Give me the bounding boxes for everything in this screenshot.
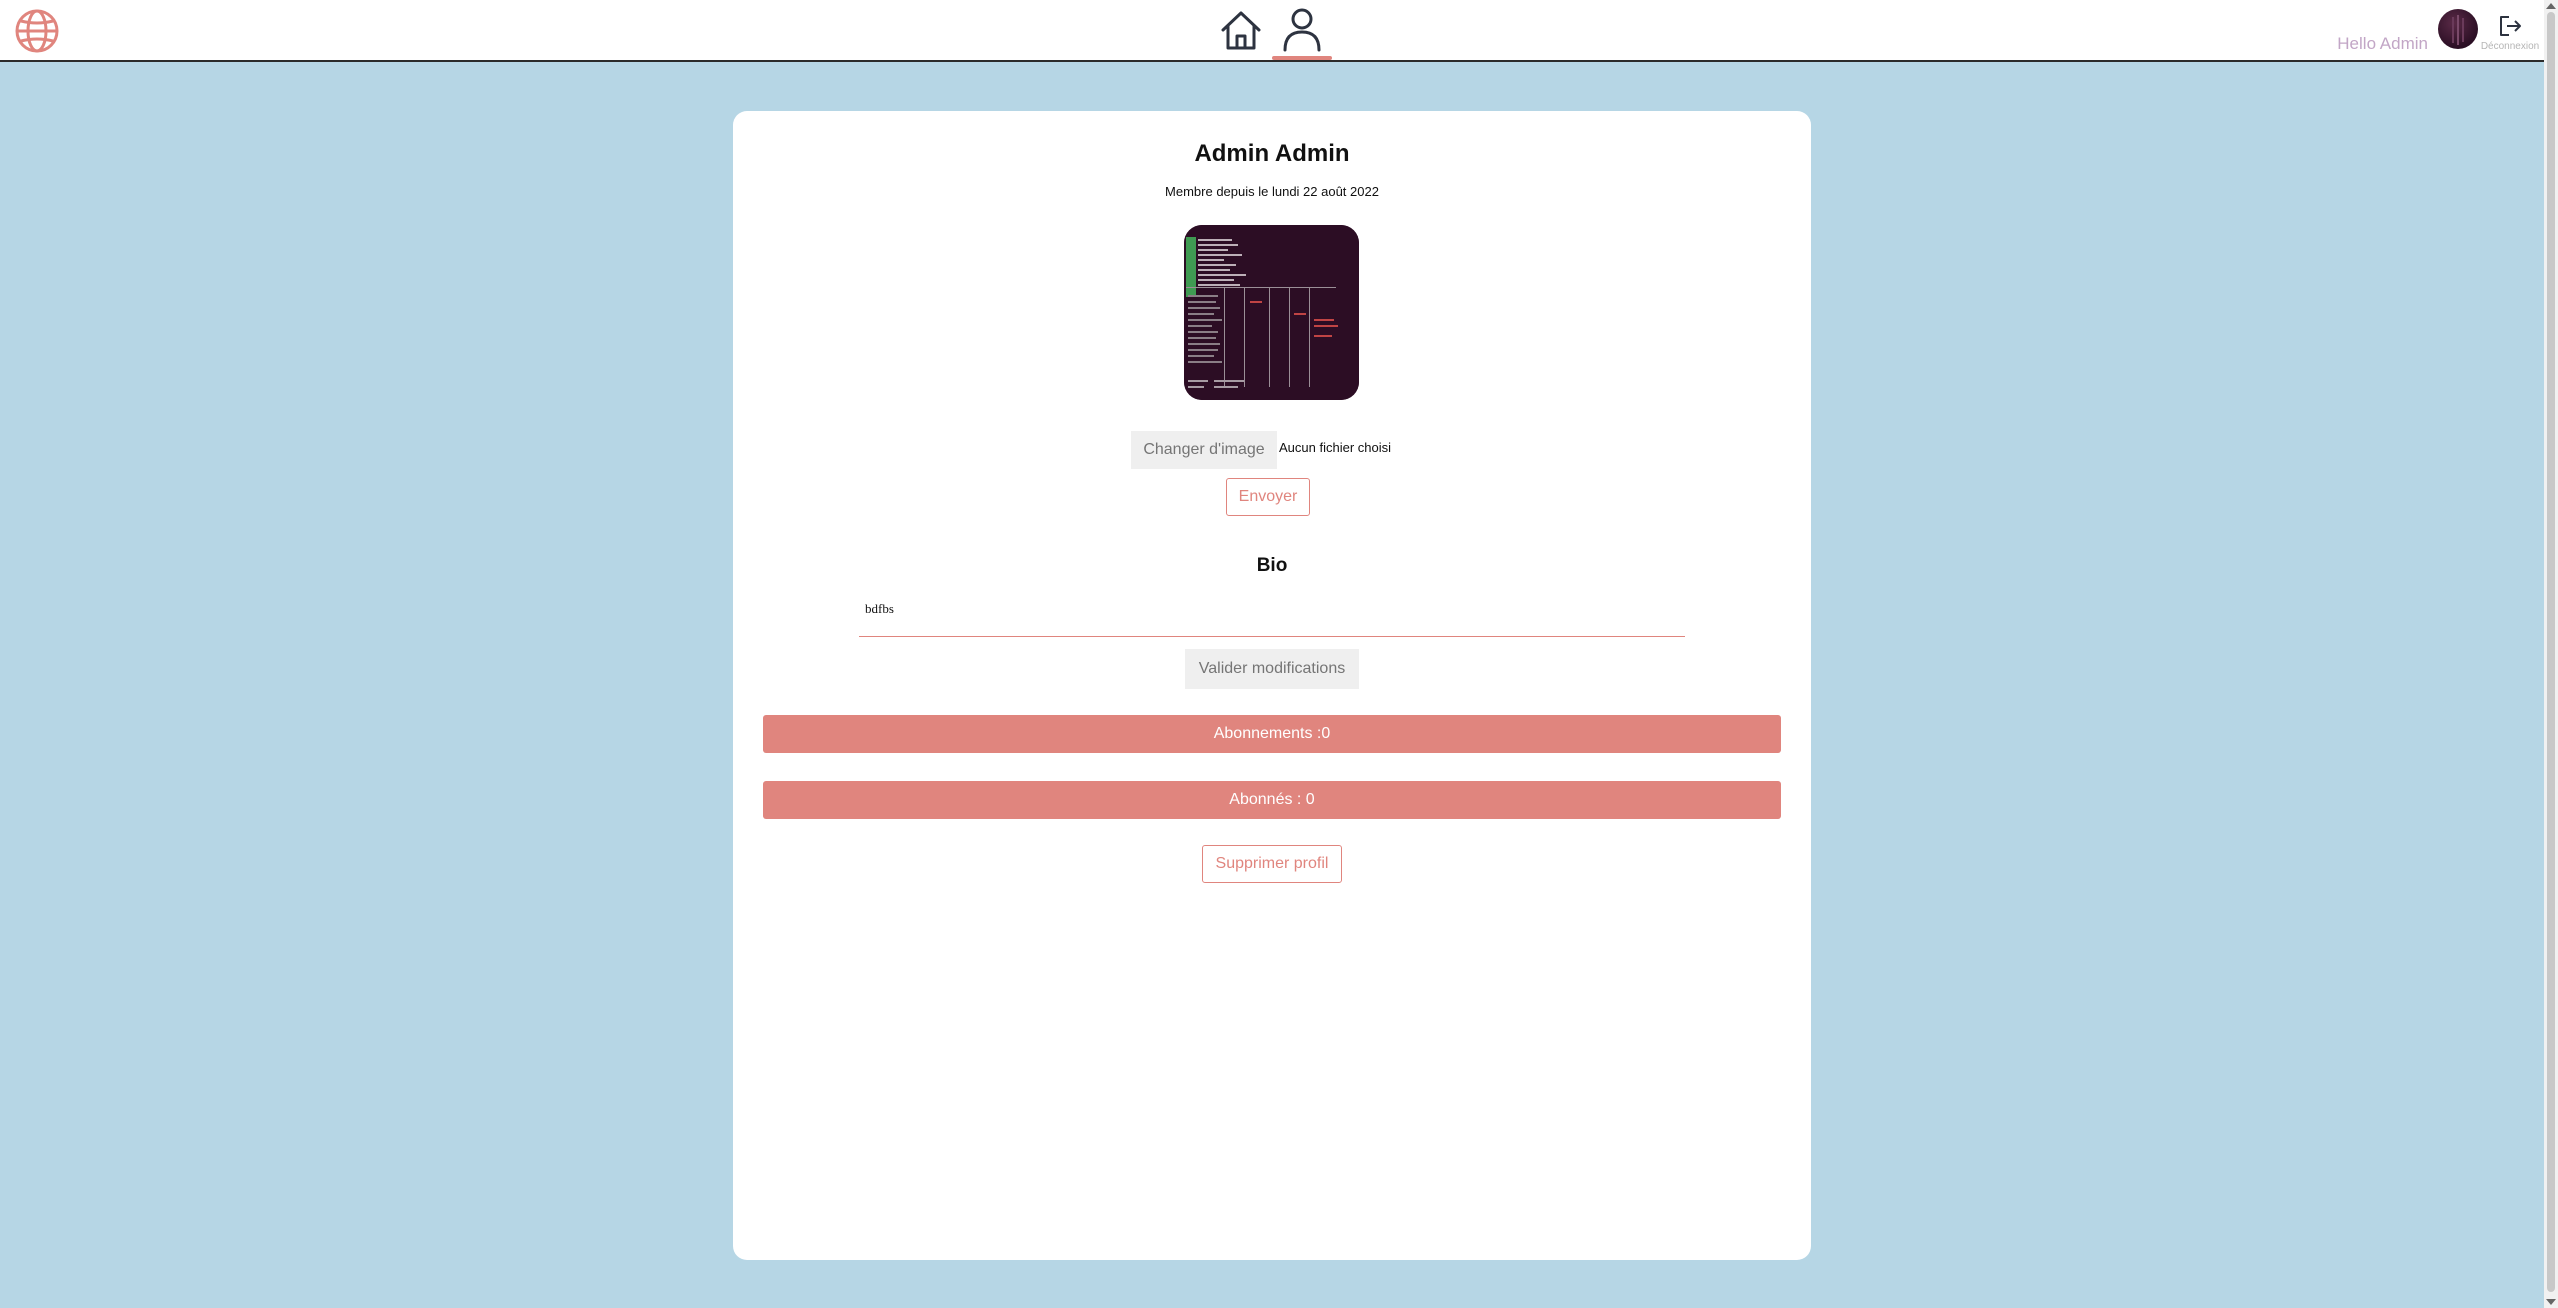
validate-changes-button[interactable]: Valider modifications	[1185, 649, 1359, 689]
subscriptions-button[interactable]: Abonnements :0	[763, 715, 1781, 753]
active-tab-indicator	[1272, 56, 1332, 60]
delete-profile-button[interactable]: Supprimer profil	[1202, 845, 1342, 883]
user-icon[interactable]	[1280, 6, 1324, 52]
logout-label: Déconnexion	[2480, 41, 2540, 52]
profile-card: Admin Admin Membre depuis le lundi 22 ao…	[733, 111, 1811, 1260]
globe-icon[interactable]	[14, 8, 60, 54]
member-since: Membre depuis le lundi 22 août 2022	[1165, 184, 1379, 199]
profile-name: Admin Admin	[1194, 140, 1350, 167]
profile-image	[1184, 225, 1359, 400]
bio-heading: Bio	[1256, 555, 1288, 576]
bio-input[interactable]	[859, 591, 1685, 637]
home-icon[interactable]	[1219, 8, 1263, 54]
followers-button[interactable]: Abonnés : 0	[763, 781, 1781, 819]
logout-button[interactable]: Déconnexion	[2478, 14, 2542, 54]
top-navbar: Hello Admin Déconnexion	[0, 0, 2544, 62]
logout-icon	[2500, 16, 2521, 36]
scrollbar-thumb[interactable]	[2547, 12, 2555, 1292]
change-image-button[interactable]: Changer d'image	[1131, 431, 1277, 469]
greeting-text: Hello Admin	[2337, 34, 2428, 53]
no-file-chosen-label: Aucun fichier choisi	[1279, 440, 1391, 455]
avatar-image	[2452, 15, 2464, 45]
scroll-down-icon[interactable]	[2546, 1299, 2556, 1305]
scroll-up-icon[interactable]	[2546, 3, 2556, 9]
avatar[interactable]	[2438, 9, 2478, 49]
send-button[interactable]: Envoyer	[1226, 478, 1310, 516]
profile-image-content	[1184, 225, 1359, 400]
